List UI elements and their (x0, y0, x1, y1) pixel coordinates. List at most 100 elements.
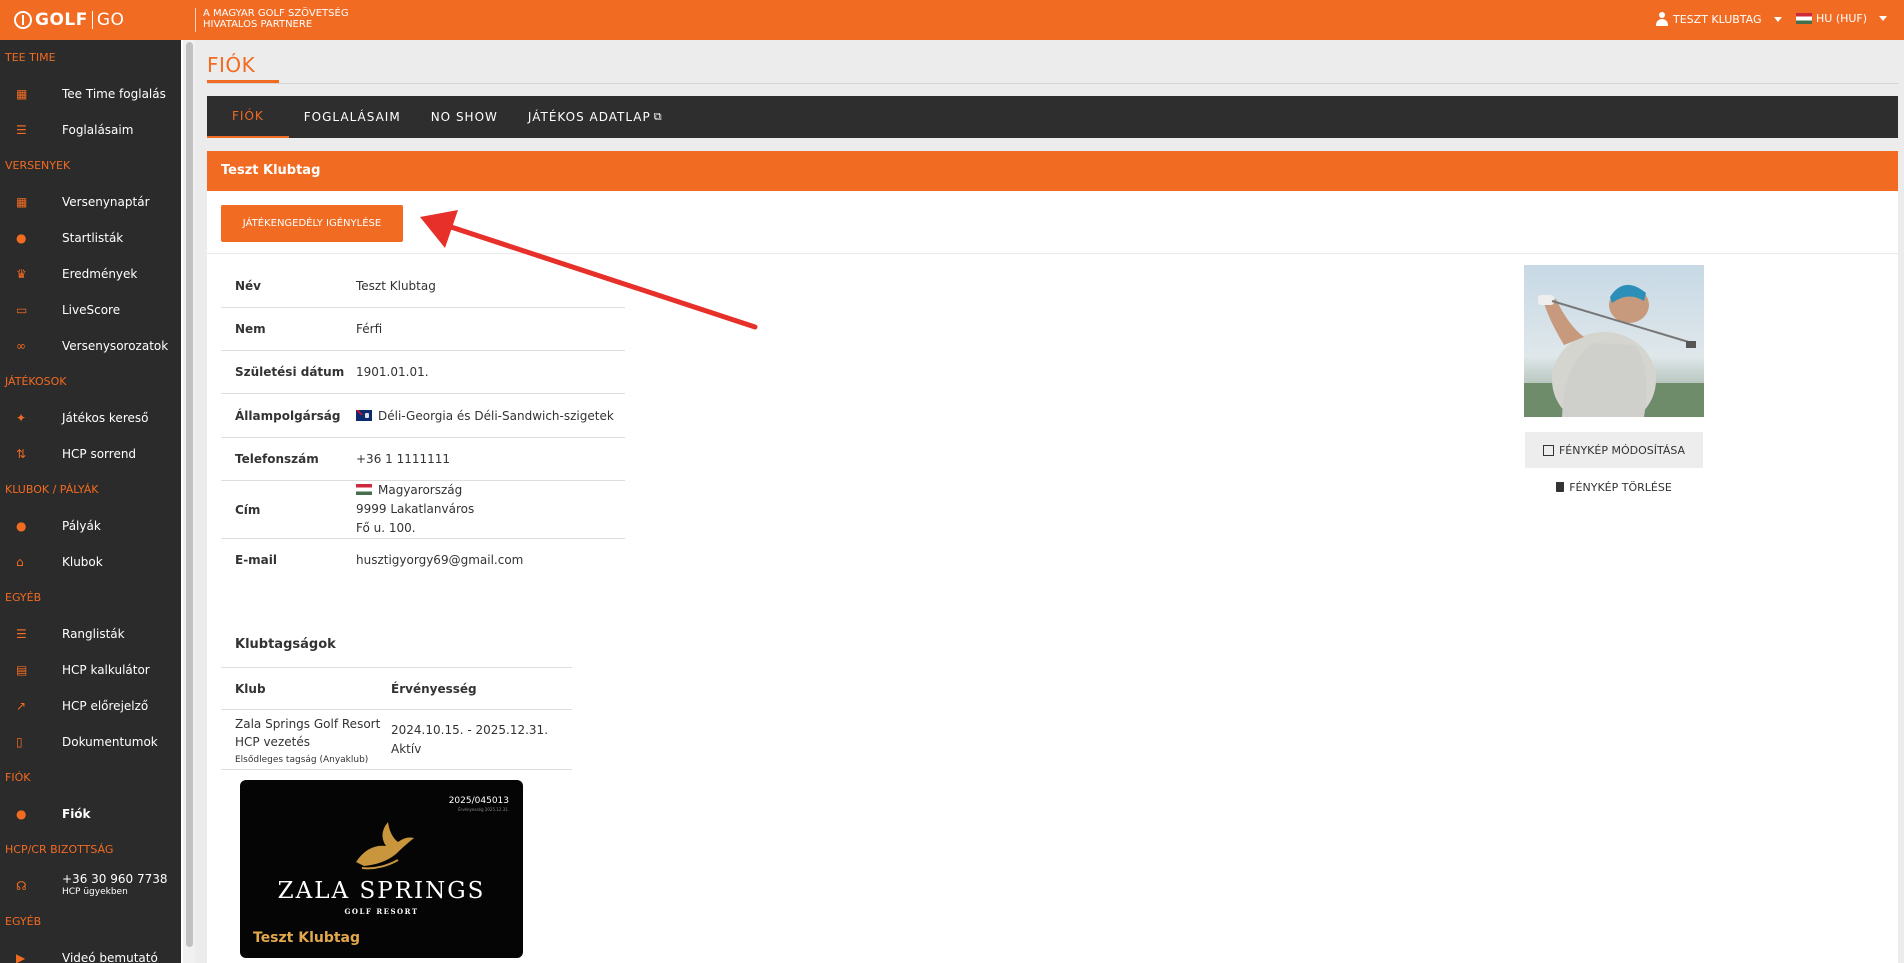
language-menu[interactable]: HU (HUF) (1796, 12, 1888, 25)
video-icon: ▶ (16, 951, 26, 963)
sidebar-item-documents[interactable]: ▯ Dokumentumok (0, 724, 181, 760)
partner-line-1: A MAGYAR GOLF SZÖVETSÉG (203, 8, 349, 19)
membership-card: 2025/045013 Érvényesség 2025.12.31. ZALA… (240, 780, 523, 958)
info-label: Állampolgárság (235, 408, 341, 423)
profile-photo (1524, 265, 1704, 417)
sidebar-item-label: Tee Time foglalás (62, 87, 166, 101)
running-icon: ✦ (16, 411, 27, 425)
golfgo-logo[interactable]: GOLF GO (14, 8, 124, 32)
hungary-flag-icon (356, 484, 372, 495)
user-name: TESZT KLUBTAG (1673, 12, 1762, 26)
trash-icon (1556, 482, 1565, 492)
sidebar-item-tee-time-booking[interactable]: ▦ Tee Time foglalás (0, 76, 181, 112)
edit-icon (1542, 444, 1554, 456)
bird-logo-icon (356, 822, 414, 870)
sidebar-item-hcp-calculator[interactable]: ▤ HCP kalkulátor (0, 652, 181, 688)
top-bar: GOLF GO A MAGYAR GOLF SZÖVETSÉG HIVATALO… (0, 0, 1904, 40)
info-label: Telefonszám (235, 452, 319, 466)
sidebar-section-hcp-committee: HCP/CR BIZOTTSÁG (5, 843, 114, 856)
account-tabs: FIÓK FOGLALÁSAIM NO SHOW JÁTÉKOS ADATLAP… (207, 96, 1898, 138)
address-country: Magyarország (356, 481, 474, 500)
delete-photo-button[interactable]: FÉNYKÉP TÖRLÉSE (1525, 478, 1703, 496)
tab-label: JÁTÉKOS ADATLAP (527, 110, 651, 124)
club-cell: Zala Springs Golf Resort HCP vezetés Els… (221, 715, 391, 765)
page-title: FIÓK (207, 53, 256, 77)
membership-note: Elsődleges tagság (Anyaklub) (235, 754, 369, 765)
sidebar-scroll-thumb[interactable] (186, 42, 193, 947)
tab-no-show[interactable]: NO SHOW (416, 96, 513, 138)
sidebar-item-hcp-phone[interactable]: ☊ +36 30 960 7738 HCP ügyekben (0, 868, 181, 904)
sidebar-item-hcp-forecast[interactable]: ↗ HCP előrejelző (0, 688, 181, 724)
sidebar-item-start-lists[interactable]: ● Startlisták (0, 220, 181, 256)
sidebar-item-livescore[interactable]: ▭ LiveScore (0, 292, 181, 328)
sidebar-item-label: Fiók (62, 807, 91, 821)
sidebar-item-my-bookings[interactable]: ☰ Foglalásaim (0, 112, 181, 148)
language-label: HU (HUF) (1816, 12, 1868, 25)
headset-icon: ☊ (16, 879, 27, 893)
tab-my-bookings[interactable]: FOGLALÁSAIM (289, 96, 416, 138)
sidebar-item-label: Foglalásaim (62, 123, 134, 137)
sidebar-item-hcp-order[interactable]: ⇅ HCP sorrend (0, 436, 181, 472)
edit-photo-label: FÉNYKÉP MÓDOSÍTÁSA (1558, 443, 1686, 457)
bank-icon: ⌂ (16, 555, 24, 569)
phone-number: +36 30 960 7738 (62, 872, 168, 886)
user-icon (1655, 12, 1669, 26)
sidebar-item-label: Klubok (62, 555, 103, 569)
calculator-icon: ▤ (16, 663, 28, 677)
card-brand-subtitle: GOLF RESORT (344, 907, 419, 916)
column-header-club: Klub (235, 681, 266, 696)
club-type: HCP vezetés (235, 734, 310, 749)
user-menu[interactable]: TESZT KLUBTAG (1655, 12, 1782, 26)
info-value: 1901.01.01. (356, 365, 429, 379)
chart-icon: ↗ (16, 699, 27, 713)
sidebar-item-video[interactable]: ▶ Videó bemutató (0, 940, 181, 963)
edit-photo-button[interactable]: FÉNYKÉP MÓDOSÍTÁSA (1525, 432, 1703, 468)
sidebar-item-competition-calendar[interactable]: ▦ Versenynaptár (0, 184, 181, 220)
calendar-icon: ▦ (16, 87, 28, 101)
info-row-phone: Telefonszám +36 1 1111111 (221, 438, 625, 481)
card-brand: ZALA SPRINGS (277, 878, 486, 904)
list-icon: ☰ (16, 123, 27, 137)
sidebar-section-other-2: EGYÉB (5, 915, 42, 928)
request-play-permit-button[interactable]: JÁTÉKENGEDÉLY IGÉNYLÉSE (221, 205, 403, 242)
header-divider (195, 8, 196, 32)
sidebar: TEE TIME ▦ Tee Time foglalás ☰ Foglalása… (0, 40, 181, 963)
info-label: E-mail (235, 553, 278, 567)
tab-account[interactable]: FIÓK (207, 96, 289, 138)
sidebar-item-label: Versenysorozatok (62, 339, 169, 353)
info-value: Déli-Georgia és Déli-Sandwich-szigetek (356, 409, 614, 423)
info-row-name: Név Teszt Klubtag (221, 264, 625, 308)
phone-subtitle: HCP ügyekben (62, 887, 128, 897)
sidebar-item-rankings[interactable]: ☰ Ranglisták (0, 616, 181, 652)
address-city: 9999 Lakatlanváros (356, 502, 475, 516)
golf-ball-icon (14, 11, 32, 29)
user-icon: ● (16, 807, 27, 821)
sidebar-item-results[interactable]: ♛ Eredmények (0, 256, 181, 292)
sidebar-item-account[interactable]: ● Fiók (0, 796, 181, 832)
sidebar-item-courses[interactable]: ● Pályák (0, 508, 181, 544)
sidebar-section-clubs: KLUBOK / PÁLYÁK (5, 483, 99, 496)
cast-icon: ▭ (16, 303, 28, 317)
card-number: 2025/045013 (448, 796, 509, 806)
delete-photo-label: FÉNYKÉP TÖRLÉSE (1569, 480, 1672, 494)
external-link-icon: ⧉ (653, 110, 663, 123)
memberships-table: Klub Érvényesség Zala Springs Golf Resor… (221, 667, 572, 770)
sidebar-item-label: +36 30 960 7738 HCP ügyekben (62, 873, 167, 899)
info-value: husztigyorgy69@gmail.com (356, 553, 524, 567)
club-name: Zala Springs Golf Resort (235, 716, 381, 731)
link-icon: ∞ (16, 339, 26, 353)
sidebar-item-label: Pályák (62, 519, 101, 533)
sidebar-item-player-search[interactable]: ✦ Játékos kereső (0, 400, 181, 436)
info-value: Magyarország 9999 Lakatlanváros Fő u. 10… (356, 481, 474, 538)
document-icon: ▯ (16, 735, 23, 749)
chevron-down-icon (1879, 16, 1888, 21)
memberships-title: Klubtagságok (235, 637, 336, 652)
info-value: +36 1 1111111 (356, 452, 451, 466)
golfer-photo-image (1524, 265, 1704, 417)
sidebar-item-label: Dokumentumok (62, 735, 158, 749)
tab-player-profile[interactable]: JÁTÉKOS ADATLAP ⧉ (513, 96, 678, 138)
sidebar-item-series[interactable]: ∞ Versenysorozatok (0, 328, 181, 364)
address-street: Fő u. 100. (356, 521, 416, 535)
info-label: Születési dátum (235, 365, 345, 379)
sidebar-item-clubs[interactable]: ⌂ Klubok (0, 544, 181, 580)
